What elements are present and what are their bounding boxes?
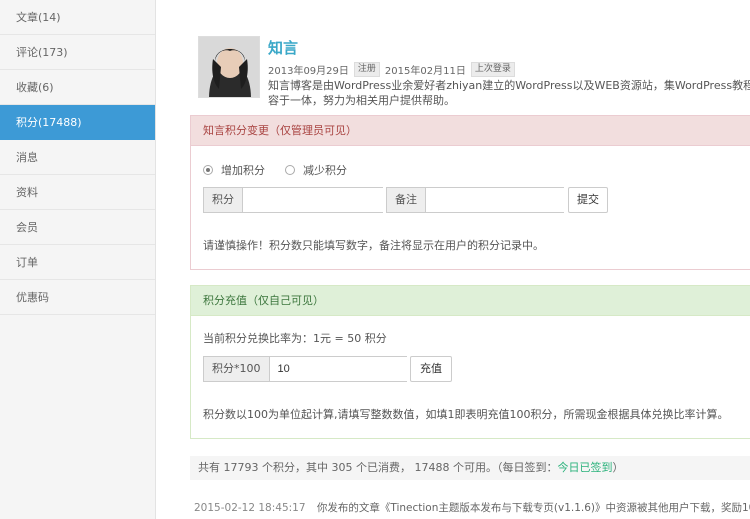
main-content: 知言 2013年09月29日 注册 2015年02月11日 上次登录 知言博客是…: [156, 0, 750, 519]
admin-panel-note: 请谨慎操作！积分数只能填写数字，备注将显示在用户的积分记录中。: [203, 239, 544, 252]
summary-text: 共有 17793 个积分，其中 305 个已消费， 17488 个可用。（每日签…: [198, 461, 558, 474]
record-time: 2015-02-12 18:45:17: [194, 502, 306, 514]
sidebar-item-profile[interactable]: 资料: [0, 175, 155, 210]
radio-subtract-points[interactable]: [285, 165, 295, 175]
register-badge: 注册: [353, 62, 380, 77]
recharge-panel-title: 积分充值（仅自己可见）: [191, 286, 750, 316]
recharge-points-addon: 积分*100: [204, 357, 270, 381]
points-type-radio-group: 增加积分 减少积分: [203, 162, 367, 178]
remark-addon: 备注: [387, 188, 426, 212]
profile-bio-line1: 知言博客是由WordPress业余爱好者zhiyan建立的WordPress以及…: [268, 79, 750, 92]
radio-add-label[interactable]: 增加积分: [221, 162, 265, 178]
sidebar-item-messages[interactable]: 消息: [0, 140, 155, 175]
summary-suffix: ）: [612, 461, 624, 474]
admin-panel-title: 知言积分变更（仅管理员可见）: [191, 116, 750, 146]
points-summary: 共有 17793 个积分，其中 305 个已消费， 17488 个可用。（每日签…: [190, 456, 750, 480]
points-addon: 积分: [204, 188, 243, 212]
sidebar-item-membership[interactable]: 会员: [0, 210, 155, 245]
profile-bio-line2: 容于一体，努力为相关用户提供帮助。: [268, 94, 455, 107]
remark-input[interactable]: [426, 188, 584, 212]
username[interactable]: 知言: [268, 37, 298, 58]
radio-subtract-label[interactable]: 减少积分: [303, 162, 347, 178]
recharge-points-field: 积分*100: [203, 356, 428, 382]
radio-add-points[interactable]: [203, 165, 213, 175]
points-record-item: 2015-02-12 18:45:17 你发布的文章《Tinection主题版本…: [194, 500, 750, 515]
profile-meta: 2013年09月29日 注册 2015年02月11日 上次登录: [268, 62, 520, 77]
avatar-image: [199, 37, 259, 97]
remark-field: 备注: [386, 187, 584, 213]
record-text: 你发布的文章《Tinection主题版本发布与下载专页(v1.1.6)》中资源被…: [316, 502, 750, 514]
signin-link[interactable]: 今日已签到: [557, 461, 612, 474]
avatar[interactable]: [198, 36, 260, 98]
sidebar-item-coupons[interactable]: 优惠码: [0, 280, 155, 315]
recharge-panel: 积分充值（仅自己可见） 当前积分兑换比率为：1元 = 50 积分 积分*100 …: [190, 285, 750, 439]
admin-points-panel: 知言积分变更（仅管理员可见） 增加积分 减少积分 积分 备注 提交 请谨慎操作！…: [190, 115, 750, 270]
exchange-rate-text: 当前积分兑换比率为：1元 = 50 积分: [203, 332, 387, 345]
admin-points-input[interactable]: [243, 188, 401, 212]
recharge-button[interactable]: 充值: [410, 356, 452, 382]
sidebar-item-comments[interactable]: 评论(173): [0, 35, 155, 70]
sidebar-item-articles[interactable]: 文章(14): [0, 0, 155, 35]
register-date: 2013年09月29日: [268, 66, 349, 77]
sidebar: 文章(14) 评论(173) 收藏(6) 积分(17488) 消息 资料 会员 …: [0, 0, 156, 519]
last-login-date: 2015年02月11日: [384, 66, 466, 77]
admin-points-field: 积分: [203, 187, 401, 213]
submit-button[interactable]: 提交: [568, 187, 608, 213]
sidebar-item-favorites[interactable]: 收藏(6): [0, 70, 155, 105]
recharge-points-input[interactable]: [269, 357, 428, 381]
sidebar-item-orders[interactable]: 订单: [0, 245, 155, 280]
sidebar-item-points[interactable]: 积分(17488): [0, 105, 155, 140]
recharge-panel-note: 积分数以100为单位起计算,请填写整数数值，如填1即表明充值100积分，所需现金…: [203, 408, 729, 421]
last-login-badge: 上次登录: [470, 62, 515, 77]
